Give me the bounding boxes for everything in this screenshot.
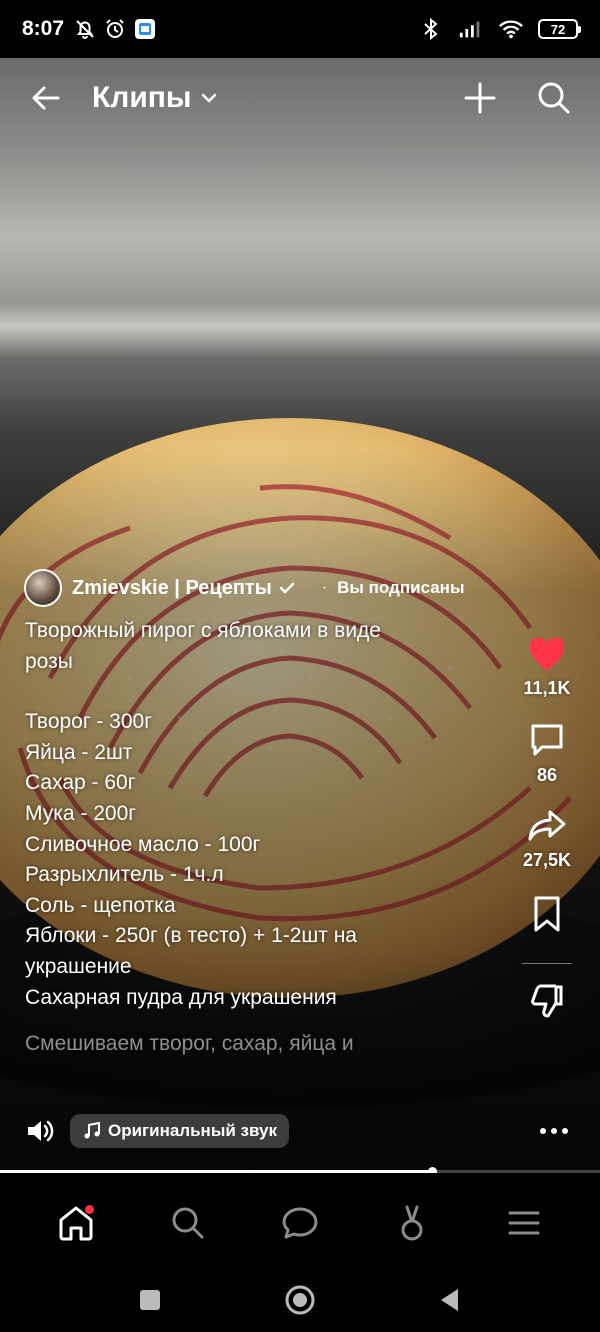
search-button[interactable] <box>532 76 576 120</box>
nav-home[interactable] <box>46 1193 106 1253</box>
verified-check-icon <box>278 579 296 597</box>
ingredient-line: Яйца - 2шт <box>25 740 133 764</box>
recents-button[interactable] <box>130 1280 170 1320</box>
comment-button[interactable]: 86 <box>528 721 566 786</box>
more-options-button[interactable] <box>534 1116 574 1146</box>
page-title: Клипы <box>92 81 192 114</box>
speaker-icon <box>28 1120 54 1142</box>
dislike-button[interactable] <box>528 982 566 1020</box>
ingredient-line: Сливочное масло - 100г <box>25 832 261 856</box>
bluetooth-icon <box>418 16 444 42</box>
nav-clips[interactable] <box>382 1193 442 1253</box>
nav-menu[interactable] <box>494 1193 554 1253</box>
comment-count: 86 <box>536 765 558 785</box>
caption-title-line: розы <box>25 649 73 673</box>
original-sound-chip[interactable]: Оригинальный звук <box>70 1114 289 1148</box>
comment-icon <box>531 724 563 756</box>
arrow-left-icon <box>32 86 60 110</box>
nav-messages[interactable] <box>270 1193 330 1253</box>
signal-icon <box>458 16 484 42</box>
search-icon <box>538 82 570 114</box>
notification-dot <box>85 1205 94 1214</box>
thumbs-down-icon <box>531 984 563 1018</box>
ingredient-line: украшение <box>25 954 132 978</box>
volume-button[interactable] <box>24 1115 56 1147</box>
sound-label: Оригинальный звук <box>108 1121 277 1140</box>
ingredient-line: Соль - щепотка <box>25 893 176 917</box>
battery-indicator: 72 <box>538 19 581 39</box>
status-time: 8:07 <box>22 17 65 40</box>
more-dots-icon <box>540 1128 568 1134</box>
heart-icon <box>529 638 565 670</box>
action-column: 11,1K 86 27,5K <box>512 638 582 1020</box>
chevron-down-icon <box>201 93 216 103</box>
messages-icon <box>282 1207 318 1239</box>
calendar-app-icon <box>132 16 158 42</box>
bookmark-icon <box>534 896 560 932</box>
subscribed-button[interactable]: Вы подписаны <box>337 578 464 598</box>
sound-row: Оригинальный звук <box>24 1114 289 1148</box>
ingredient-line: Яблоки - 250г (в тесто) + 1-2шт на <box>25 924 357 948</box>
back-system-button[interactable] <box>430 1280 470 1320</box>
system-navigation <box>0 1268 600 1332</box>
bookmark-button[interactable] <box>530 895 564 933</box>
wifi-icon <box>498 16 524 42</box>
circle-icon <box>285 1285 315 1315</box>
nav-search[interactable] <box>158 1193 218 1253</box>
bottom-navigation <box>0 1173 600 1273</box>
add-button[interactable] <box>458 76 502 120</box>
author-name[interactable]: Zmievskie | Рецепты <box>72 577 272 600</box>
music-note-icon <box>84 1121 100 1139</box>
author-row: Zmievskie | Рецепты · Вы подписаны <box>24 569 464 607</box>
ingredient-line: Мука - 200г <box>25 801 136 825</box>
share-arrow-icon <box>528 810 566 841</box>
alarm-icon <box>102 16 128 42</box>
status-bar: 8:07 72 <box>0 0 600 58</box>
back-button[interactable] <box>24 76 68 120</box>
triangle-back-icon <box>441 1289 458 1311</box>
like-button[interactable]: 11,1K <box>523 638 571 699</box>
search-icon <box>172 1207 204 1239</box>
plus-icon <box>464 82 496 114</box>
ingredient-line: Творог - 300г <box>25 710 152 734</box>
share-button[interactable]: 27,5K <box>523 808 571 871</box>
dnd-off-icon <box>72 16 98 42</box>
like-count: 11,1K <box>523 678 571 698</box>
battery-level: 72 <box>550 21 566 37</box>
caption-faded-line: Смешиваем творог, сахар, яйца и <box>25 1032 354 1056</box>
ingredient-line: Разрыхлитель - 1ч.л <box>25 863 224 887</box>
avatar[interactable] <box>24 569 62 607</box>
separator-dot: · <box>321 579 328 596</box>
ingredient-line: Сахарная пудра для украшения <box>25 985 337 1009</box>
square-icon <box>140 1290 160 1310</box>
caption-title-line: Творожный пирог с яблоками в виде <box>25 619 381 642</box>
top-app-bar: Клипы <box>0 58 600 138</box>
ingredient-line: Сахар - 60г <box>25 771 136 795</box>
section-selector[interactable]: Клипы <box>92 81 218 115</box>
home-system-button[interactable] <box>280 1280 320 1320</box>
clips-icon <box>401 1205 423 1241</box>
share-count: 27,5K <box>522 850 572 870</box>
actions-divider <box>522 963 572 964</box>
menu-icon <box>508 1211 540 1235</box>
post-caption[interactable]: Творожный пирог с яблоками в виде розы Т… <box>25 616 435 1060</box>
